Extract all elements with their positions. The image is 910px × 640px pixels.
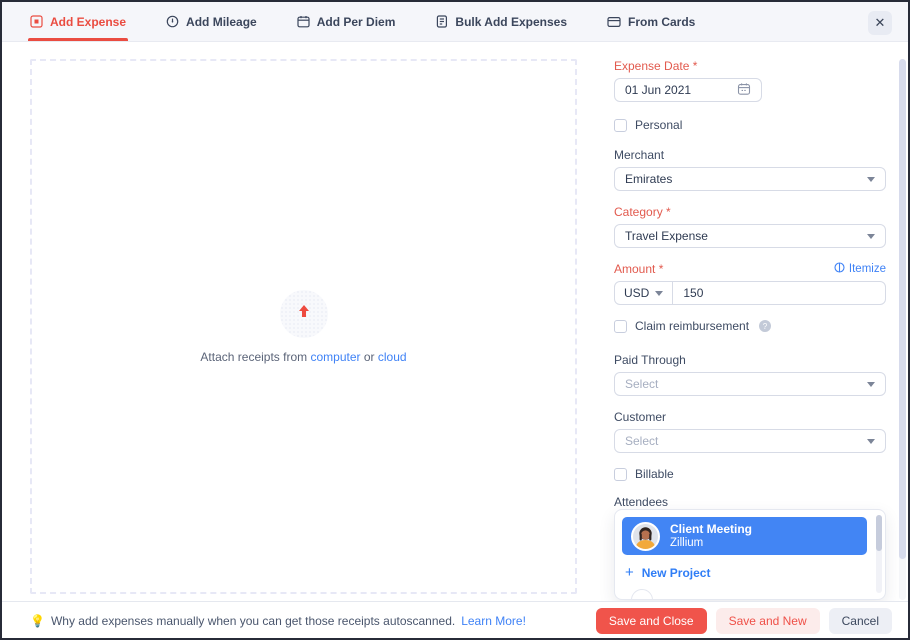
chevron-down-icon xyxy=(655,291,663,296)
project-dropdown-panel: Client Meeting Zillium + New Project xyxy=(614,509,886,600)
info-icon: ? xyxy=(759,320,771,332)
personal-checkbox[interactable] xyxy=(614,119,627,132)
dropdown-scrollbar-thumb[interactable] xyxy=(876,515,882,551)
billable-row: Billable xyxy=(614,467,886,481)
chevron-down-icon xyxy=(867,234,875,239)
tab-add-per-diem[interactable]: Add Per Diem xyxy=(297,2,396,41)
footer-bar: 💡 Why add expenses manually when you can… xyxy=(2,601,908,640)
currency-value: USD xyxy=(624,286,649,300)
upload-arrow-icon xyxy=(296,303,312,324)
close-icon[interactable]: ✕ xyxy=(868,11,892,35)
window-scrollbar[interactable] xyxy=(899,59,906,600)
itemize-link[interactable]: Itemize xyxy=(834,262,886,276)
claim-reimbursement-checkbox[interactable] xyxy=(614,320,627,333)
merchant-value: Emirates xyxy=(625,172,672,186)
computer-link[interactable]: computer xyxy=(310,350,360,364)
tab-bulk-add-expenses[interactable]: Bulk Add Expenses xyxy=(435,2,567,41)
cancel-button[interactable]: Cancel xyxy=(829,608,892,634)
expense-form: Expense Date * 01 Jun 2021 Personal Merc… xyxy=(614,59,886,540)
plus-icon: + xyxy=(625,567,634,579)
expense-icon xyxy=(30,15,43,28)
attendees-label: Attendees xyxy=(614,495,886,509)
bulb-icon: 💡 xyxy=(30,614,45,628)
tab-label: Add Expense xyxy=(50,15,126,29)
currency-select[interactable]: USD xyxy=(615,282,673,304)
avatar xyxy=(631,522,660,551)
tab-label: From Cards xyxy=(628,15,695,29)
add-expense-dialog: Add Expense Add Mileage Add Per Diem Bul… xyxy=(0,0,910,640)
expense-date-value: 01 Jun 2021 xyxy=(625,83,691,97)
attach-receipts-text: Attach receipts from computer or cloud xyxy=(200,350,406,364)
autoscan-tip: 💡 Why add expenses manually when you can… xyxy=(30,614,526,628)
amount-input[interactable]: 150 xyxy=(673,286,713,300)
chevron-down-icon xyxy=(867,382,875,387)
billable-label: Billable xyxy=(635,467,674,481)
claim-reimbursement-row: Claim reimbursement ? xyxy=(614,319,886,333)
dropdown-item-client-meeting[interactable]: Client Meeting Zillium xyxy=(622,517,867,555)
billable-checkbox[interactable] xyxy=(614,468,627,481)
attach-text-or: or xyxy=(364,350,375,364)
tab-label: Add Mileage xyxy=(186,15,257,29)
merchant-select[interactable]: Emirates xyxy=(614,167,886,191)
chevron-down-icon xyxy=(867,439,875,444)
receipt-upload-dropzone[interactable]: Attach receipts from computer or cloud xyxy=(30,59,577,594)
attach-text-prefix: Attach receipts from xyxy=(200,350,307,364)
merchant-label: Merchant xyxy=(614,148,886,162)
upload-circle xyxy=(280,290,328,338)
tab-add-mileage[interactable]: Add Mileage xyxy=(166,2,257,41)
category-select[interactable]: Travel Expense xyxy=(614,224,886,248)
cards-icon xyxy=(607,16,621,28)
new-project-link[interactable]: + New Project xyxy=(625,566,867,580)
tab-from-cards[interactable]: From Cards xyxy=(607,2,695,41)
chevron-down-icon xyxy=(867,177,875,182)
personal-label: Personal xyxy=(635,118,682,132)
partial-next-item xyxy=(631,589,653,600)
expense-date-label: Expense Date * xyxy=(614,59,886,73)
customer-placeholder: Select xyxy=(625,434,658,448)
calendar-icon[interactable] xyxy=(737,82,751,99)
customer-label: Customer xyxy=(614,410,886,424)
category-label: Category * xyxy=(614,205,886,219)
dropdown-item-title: Client Meeting xyxy=(670,522,752,536)
itemize-label: Itemize xyxy=(849,263,886,275)
tab-label: Add Per Diem xyxy=(317,15,396,29)
tab-label: Bulk Add Expenses xyxy=(455,15,567,29)
paid-through-label: Paid Through xyxy=(614,353,886,367)
customer-select[interactable]: Select xyxy=(614,429,886,453)
itemize-icon xyxy=(834,262,845,276)
new-project-label: New Project xyxy=(642,566,711,580)
tip-text: Why add expenses manually when you can g… xyxy=(51,614,455,628)
cloud-link[interactable]: cloud xyxy=(378,350,407,364)
paid-through-select[interactable]: Select xyxy=(614,372,886,396)
dropdown-scrollbar[interactable] xyxy=(876,515,882,593)
tab-add-expense[interactable]: Add Expense xyxy=(30,2,126,41)
paid-through-placeholder: Select xyxy=(625,377,658,391)
amount-label-row: Amount * Itemize xyxy=(614,262,886,276)
dropdown-item-subtitle: Zillium xyxy=(670,536,752,550)
claim-reimbursement-label: Claim reimbursement xyxy=(635,319,749,333)
category-value: Travel Expense xyxy=(625,229,708,243)
dropdown-item-text: Client Meeting Zillium xyxy=(670,522,752,550)
save-and-new-button[interactable]: Save and New xyxy=(716,608,820,634)
learn-more-link[interactable]: Learn More! xyxy=(461,614,526,628)
personal-checkbox-row: Personal xyxy=(614,118,886,132)
amount-input-group: USD 150 xyxy=(614,281,886,305)
per-diem-icon xyxy=(297,15,310,28)
footer-buttons: Save and Close Save and New Cancel xyxy=(596,608,892,634)
expense-date-input[interactable]: 01 Jun 2021 xyxy=(614,78,762,102)
save-and-close-button[interactable]: Save and Close xyxy=(596,608,707,634)
mileage-icon xyxy=(166,15,179,28)
bulk-expenses-icon xyxy=(435,15,448,28)
tab-bar: Add Expense Add Mileage Add Per Diem Bul… xyxy=(2,2,908,42)
amount-label: Amount * xyxy=(614,262,663,276)
window-scrollbar-thumb[interactable] xyxy=(899,59,906,559)
